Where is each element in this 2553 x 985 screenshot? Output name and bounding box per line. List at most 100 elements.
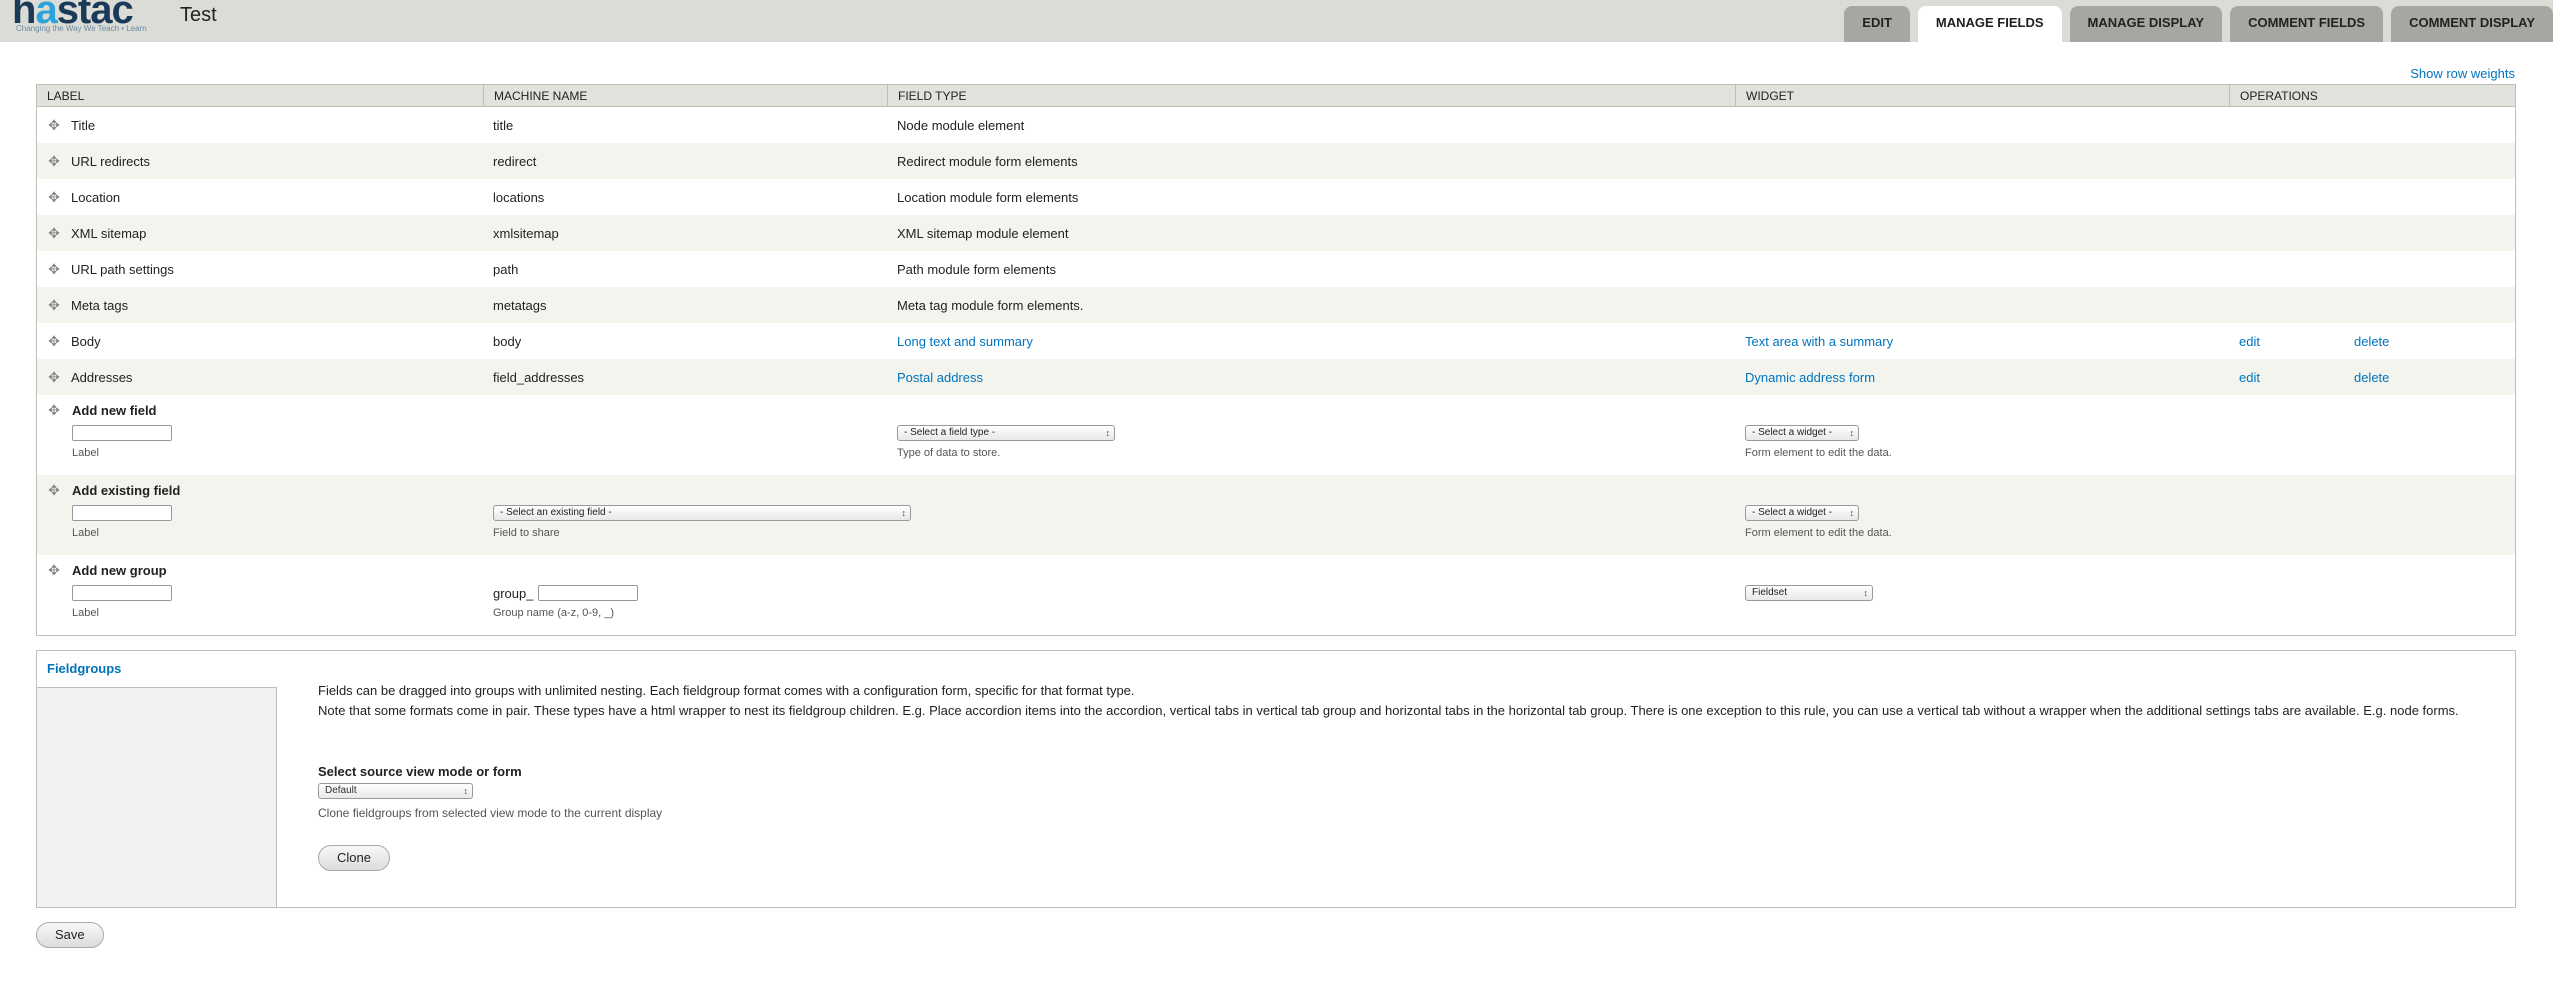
row-field-type: Location module form elements	[897, 189, 1079, 205]
row-label: XML sitemap	[71, 225, 147, 241]
page-title: Test	[180, 4, 217, 26]
add-new-field-title: Add new field	[72, 403, 157, 418]
add-existing-field-row: ✥ Add existing field Label - Select an e…	[37, 475, 2515, 555]
row-operations: edit delete	[2229, 334, 2515, 349]
row-operations: edit delete	[2229, 370, 2515, 385]
table-row: ✥ Body body Long text and summary Text ar…	[37, 323, 2515, 359]
source-view-mode-label: Select source view mode or form	[318, 764, 522, 779]
column-header-label: LABEL	[47, 89, 85, 103]
column-header-operations: OPERATIONS	[2229, 85, 2515, 106]
row-machine-name: body	[493, 333, 522, 349]
existing-field-select[interactable]: - Select an existing field -	[493, 505, 911, 521]
table-row: ✥ Location locations Location module form…	[37, 179, 2515, 215]
row-machine-name: title	[493, 117, 514, 133]
tab-manage-display[interactable]: MANAGE DISPLAY	[2069, 6, 2223, 42]
group-name-prefix: group_	[493, 586, 534, 601]
fieldgroups-panel: Fieldgroups Fields can be dragged into g…	[36, 650, 2516, 908]
existing-field-label-input[interactable]	[72, 505, 172, 521]
row-machine-name: redirect	[493, 153, 537, 169]
group-name-help: Group name (a-z, 0-9, _)	[493, 607, 615, 619]
drag-handle-icon[interactable]: ✥	[37, 117, 71, 133]
table-row: ✥ Meta tags metatags Meta tag module form…	[37, 287, 2515, 323]
add-new-group-title: Add new group	[72, 563, 167, 578]
field-type-select[interactable]: - Select a field type -	[897, 425, 1115, 441]
add-existing-field-title: Add existing field	[72, 483, 181, 498]
show-row-weights-link[interactable]: Show row weights	[2410, 66, 2515, 81]
row-label: URL path settings	[71, 261, 174, 277]
row-machine-name: path	[493, 261, 519, 277]
field-type-link[interactable]: Postal address	[887, 370, 1735, 385]
group-name-input[interactable]	[538, 585, 638, 601]
fieldgroups-sidebar	[37, 687, 277, 907]
group-format-select[interactable]: Fieldset	[1745, 585, 1873, 601]
table-row: ✥ URL path settings path Path module form…	[37, 251, 2515, 287]
row-machine-name: locations	[493, 189, 545, 205]
delete-link[interactable]: delete	[2354, 370, 2389, 385]
new-field-widget-help: Form element to edit the data.	[1745, 447, 1892, 459]
field-type-link[interactable]: Long text and summary	[887, 334, 1735, 349]
edit-link[interactable]: edit	[2239, 334, 2260, 349]
new-group-label-help: Label	[72, 607, 99, 619]
drag-handle-icon[interactable]: ✥	[37, 297, 71, 313]
drag-handle-icon[interactable]: ✥	[37, 369, 71, 385]
primary-tabs: EDIT MANAGE FIELDS MANAGE DISPLAY COMMEN…	[1836, 6, 2553, 42]
add-new-group-row: ✥ Add new group Label group_ Group name …	[37, 555, 2515, 635]
column-header-widget: WIDGET	[1735, 85, 2229, 106]
source-view-mode-select[interactable]: Default	[318, 783, 473, 799]
row-label: Body	[71, 333, 101, 349]
row-label: Title	[71, 117, 96, 133]
edit-link[interactable]: edit	[2239, 370, 2260, 385]
table-row: ✥ Addresses field_addresses Postal addres…	[37, 359, 2515, 395]
add-new-field-row: ✥ Add new field Label - Select a field t…	[37, 395, 2515, 475]
drag-handle-icon[interactable]: ✥	[37, 153, 71, 169]
row-label: Addresses	[71, 369, 133, 385]
drag-handle-icon[interactable]: ✥	[37, 189, 71, 205]
row-machine-name: metatags	[493, 297, 547, 313]
row-label: Meta tags	[71, 297, 129, 313]
row-field-type: XML sitemap module element	[897, 225, 1069, 241]
existing-field-widget-select[interactable]: - Select a widget -	[1745, 505, 1859, 521]
drag-handle-icon[interactable]: ✥	[37, 225, 71, 241]
table-row: ✥ URL redirects redirect Redirect module …	[37, 143, 2515, 179]
row-machine-name: xmlsitemap	[493, 225, 559, 241]
widget-link[interactable]: Text area with a summary	[1735, 334, 2229, 349]
drag-handle-icon[interactable]: ✥	[37, 333, 71, 349]
fieldgroups-paragraph-2: Note that some formats come in pair. The…	[318, 703, 2459, 718]
new-field-widget-select[interactable]: - Select a widget -	[1745, 425, 1859, 441]
drag-handle-icon[interactable]: ✥	[37, 402, 71, 418]
fieldgroups-paragraph-1: Fields can be dragged into groups with u…	[318, 683, 1135, 698]
row-machine-name: field_addresses	[493, 369, 585, 385]
clone-button[interactable]: Clone	[318, 845, 390, 871]
drag-handle-icon[interactable]: ✥	[37, 482, 71, 498]
site-header: hastac Changing the Way We Teach • Learn…	[0, 0, 2553, 42]
table-row: ✥ Title title Node module element	[37, 107, 2515, 143]
tab-comment-display[interactable]: COMMENT DISPLAY	[2391, 6, 2553, 42]
field-type-help: Type of data to store.	[897, 447, 1001, 459]
row-field-type: Meta tag module form elements.	[897, 297, 1084, 313]
new-field-label-input[interactable]	[72, 425, 172, 441]
fieldgroups-description: Fields can be dragged into groups with u…	[318, 681, 2498, 721]
site-tagline: Changing the Way We Teach • Learn	[16, 24, 147, 33]
tab-edit[interactable]: EDIT	[1844, 6, 1910, 42]
new-group-label-input[interactable]	[72, 585, 172, 601]
existing-field-widget-help: Form element to edit the data.	[1745, 527, 1892, 539]
row-label: URL redirects	[71, 153, 150, 169]
drag-handle-icon[interactable]: ✥	[37, 261, 71, 277]
tab-manage-fields[interactable]: MANAGE FIELDS	[1917, 6, 2062, 42]
column-header-field-type: FIELD TYPE	[887, 85, 1735, 106]
row-field-type: Redirect module form elements	[897, 153, 1078, 169]
row-field-type: Node module element	[897, 117, 1025, 133]
fieldgroups-tab[interactable]: Fieldgroups	[47, 661, 121, 676]
column-header-machine-name: MACHINE NAME	[483, 85, 887, 106]
delete-link[interactable]: delete	[2354, 334, 2389, 349]
existing-field-label-help: Label	[72, 527, 99, 539]
table-header: LABEL MACHINE NAME FIELD TYPE WIDGET OPE…	[37, 85, 2515, 107]
fields-table: LABEL MACHINE NAME FIELD TYPE WIDGET OPE…	[36, 84, 2516, 636]
existing-field-help: Field to share	[493, 527, 560, 539]
save-button[interactable]: Save	[36, 922, 104, 948]
row-label: Location	[71, 189, 121, 205]
drag-handle-icon[interactable]: ✥	[37, 562, 71, 578]
widget-link[interactable]: Dynamic address form	[1735, 370, 2229, 385]
row-field-type: Path module form elements	[897, 261, 1056, 277]
tab-comment-fields[interactable]: COMMENT FIELDS	[2230, 6, 2384, 42]
